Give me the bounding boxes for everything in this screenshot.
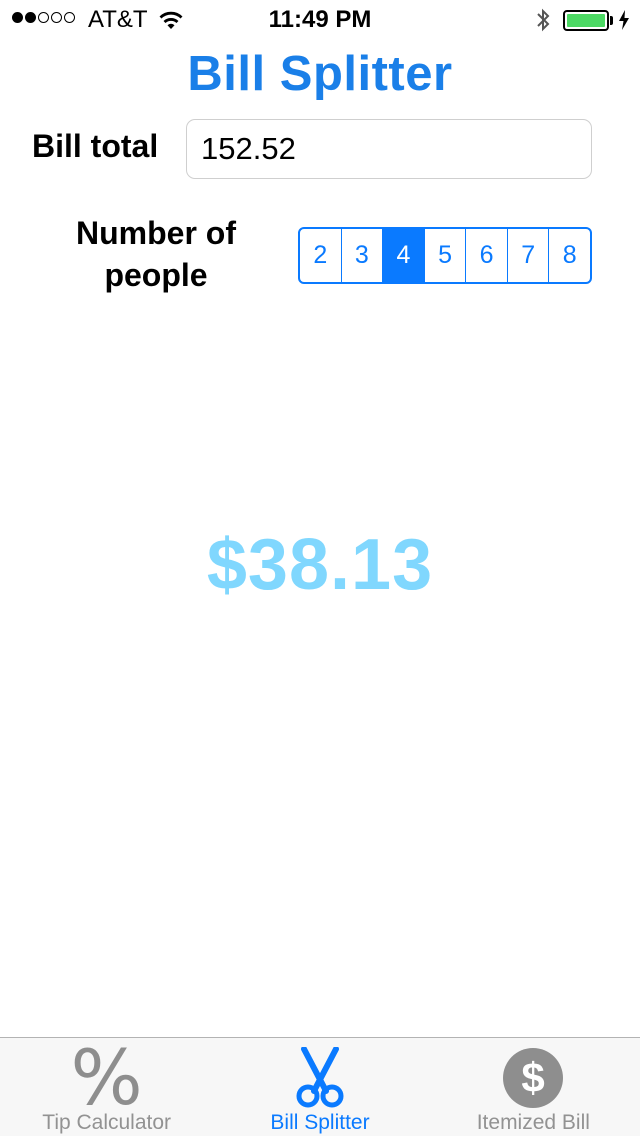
dollar-circle-icon: $ [427,1046,640,1110]
tab-tip-calculator[interactable]: % Tip Calculator [0,1038,213,1136]
people-option-4[interactable]: 4 [383,229,425,282]
people-option-7[interactable]: 7 [508,229,550,282]
status-bar: AT&T 11:49 PM [0,0,640,40]
people-segmented-control[interactable]: 2345678 [298,227,592,284]
per-person-amount: $38.13 [206,525,434,605]
svg-text:$: $ [522,1054,545,1101]
tab-itemized-bill[interactable]: $ Itemized Bill [427,1038,640,1136]
tab-bar: % Tip Calculator Bill Splitter $ Itemize… [0,1037,640,1136]
battery-nub [610,16,613,25]
bill-total-label: Bill total [32,128,159,164]
people-option-8[interactable]: 8 [549,229,590,282]
charging-bolt-icon [618,10,630,35]
people-option-2[interactable]: 2 [300,229,342,282]
tab-bill-splitter[interactable]: Bill Splitter [213,1038,426,1136]
people-option-6[interactable]: 6 [466,229,508,282]
number-of-people-label: Number of people [76,215,236,293]
battery-level [567,14,605,27]
battery-icon [563,10,609,31]
page-title: Bill Splitter [187,47,453,101]
bluetooth-icon [535,7,551,38]
percent-icon: % [70,1033,143,1122]
bill-total-input[interactable] [186,119,592,179]
scissors-icon [213,1046,426,1110]
tab-label: Tip Calculator [42,1111,172,1134]
tab-label: Bill Splitter [270,1111,370,1134]
people-option-3[interactable]: 3 [342,229,384,282]
people-option-5[interactable]: 5 [425,229,467,282]
tab-label: Itemized Bill [476,1111,590,1134]
